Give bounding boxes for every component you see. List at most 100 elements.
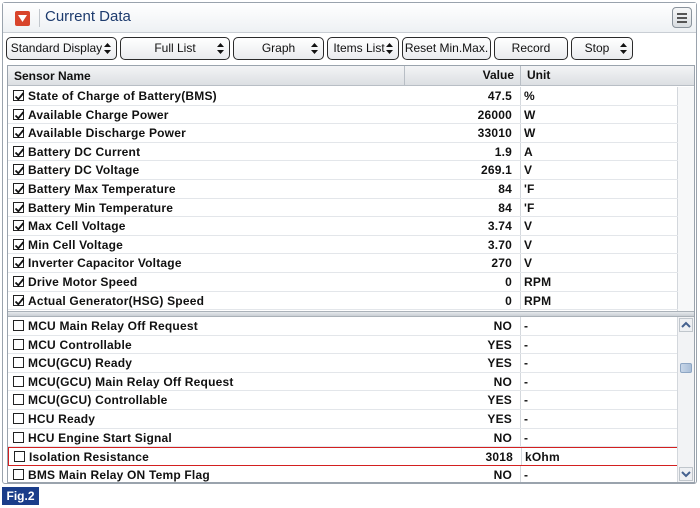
sensor-name: BMS Main Relay ON Temp Flag — [28, 467, 210, 482]
standard-display-dropdown[interactable]: Standard Display — [6, 37, 117, 60]
column-divider — [520, 235, 521, 254]
sensor-value: 47.5 — [487, 89, 512, 103]
table-row[interactable]: MCU(GCU) Controllable YES - — [8, 391, 678, 410]
sensor-value: 269.1 — [480, 163, 512, 178]
table-row[interactable]: Max Cell Voltage 3.74 V — [8, 217, 678, 236]
checkbox-unchecked-icon[interactable] — [13, 338, 24, 350]
column-divider — [520, 291, 521, 310]
scroll-up-icon[interactable] — [679, 318, 693, 332]
updown-arrow-icon — [311, 43, 318, 54]
header-sensor-name[interactable]: Sensor Name — [14, 69, 91, 83]
column-divider — [520, 410, 521, 428]
table-row[interactable]: Drive Motor Speed 0 RPM — [8, 273, 678, 292]
updown-arrow-icon — [217, 43, 224, 54]
sensor-unit: - — [524, 467, 529, 482]
sensor-unit: - — [524, 374, 529, 389]
checkbox-unchecked-icon[interactable] — [13, 413, 24, 424]
sensor-unit: V — [524, 163, 533, 178]
sensor-value: 0 — [505, 293, 512, 308]
table-row[interactable]: Battery DC Current 1.9 A — [8, 142, 678, 162]
sensor-unit: 'F — [524, 182, 535, 196]
checkbox-checked-icon[interactable] — [13, 183, 25, 194]
title-divider — [39, 9, 40, 27]
stop-dropdown[interactable]: Stop — [571, 37, 633, 60]
record-button[interactable]: Record — [494, 37, 568, 60]
updown-arrow-icon — [386, 43, 393, 54]
checkbox-checked-icon[interactable] — [13, 90, 25, 101]
checkbox-checked-icon[interactable] — [13, 294, 25, 306]
full-list-label: Full List — [154, 41, 196, 55]
checkbox-checked-icon[interactable] — [13, 127, 25, 139]
checkbox-checked-icon[interactable] — [13, 201, 25, 213]
sensor-unit: W — [524, 126, 536, 141]
checkbox-unchecked-icon[interactable] — [14, 451, 25, 463]
full-list-dropdown[interactable]: Full List — [120, 37, 230, 60]
titlebar: Current Data — [3, 3, 696, 33]
column-divider — [520, 198, 521, 217]
checkbox-checked-icon[interactable] — [13, 238, 25, 250]
table-row[interactable]: Available Discharge Power 33010 W — [8, 124, 678, 143]
sensor-name: Battery DC Voltage — [28, 163, 140, 178]
sensor-name: Drive Motor Speed — [28, 275, 138, 289]
updown-arrow-icon — [104, 43, 111, 54]
table-row[interactable]: MCU(GCU) Ready YES - — [8, 354, 678, 373]
table-row[interactable]: Isolation Resistance 3018 kOhm — [8, 447, 678, 466]
checkbox-unchecked-icon[interactable] — [13, 320, 24, 331]
items-list-label: Items List — [333, 41, 385, 55]
column-divider — [520, 87, 521, 105]
standard-display-label: Standard Display — [10, 41, 103, 55]
sensor-unit: - — [524, 337, 529, 352]
table-row[interactable]: Battery Max Temperature 84 'F — [8, 180, 678, 199]
checkbox-unchecked-icon[interactable] — [13, 357, 24, 369]
sensor-name: MCU Controllable — [28, 337, 132, 352]
table-row[interactable]: Available Charge Power 26000 W — [8, 105, 678, 125]
checkbox-checked-icon[interactable] — [13, 220, 25, 232]
table-row[interactable]: State of Charge of Battery(BMS) 47.5% — [8, 87, 678, 106]
checkbox-checked-icon[interactable] — [13, 108, 25, 120]
sensor-name: State of Charge of Battery(BMS) — [28, 89, 217, 103]
scroll-thumb[interactable] — [680, 363, 692, 373]
checkbox-unchecked-icon[interactable] — [13, 394, 24, 406]
sensor-name: Available Discharge Power — [28, 126, 186, 141]
header-unit[interactable]: Unit — [520, 66, 550, 86]
column-divider — [520, 180, 521, 198]
menu-icon[interactable] — [672, 7, 692, 28]
graph-dropdown[interactable]: Graph — [233, 37, 324, 60]
vertical-scrollbar[interactable] — [677, 317, 694, 482]
items-list-dropdown[interactable]: Items List — [327, 37, 399, 60]
table-row[interactable]: HCU Engine Start Signal NO - — [8, 428, 678, 448]
checkbox-checked-icon[interactable] — [13, 145, 25, 157]
table-row[interactable]: MCU Controllable YES - — [8, 335, 678, 355]
checkbox-unchecked-icon[interactable] — [13, 468, 24, 480]
checkbox-checked-icon[interactable] — [13, 276, 25, 287]
table-row[interactable]: Battery Min Temperature 84 'F — [8, 198, 678, 218]
table-row[interactable]: Battery DC Voltage 269.1 V — [8, 161, 678, 180]
grid-header: Sensor Name Value Unit — [8, 66, 694, 86]
checkbox-unchecked-icon[interactable] — [13, 431, 24, 443]
sensor-data-grid: Sensor Name Value Unit State of Charge o… — [7, 65, 695, 483]
sensor-name: MCU Main Relay Off Request — [28, 319, 198, 333]
table-row[interactable]: Actual Generator(HSG) Speed 0 RPM — [8, 291, 678, 311]
sensor-unit: - — [524, 430, 529, 445]
checkbox-checked-icon[interactable] — [13, 257, 25, 269]
reset-min-max-button[interactable]: Reset Min.Max. — [402, 37, 491, 60]
scroll-down-icon[interactable] — [679, 467, 693, 481]
sensor-unit: - — [524, 412, 529, 426]
checkbox-unchecked-icon[interactable] — [13, 375, 24, 387]
column-divider — [520, 428, 521, 447]
header-value[interactable]: Value — [404, 66, 520, 86]
fixed-rows-rail — [677, 87, 694, 311]
column-divider — [520, 124, 521, 142]
sensor-value: 0 — [505, 275, 512, 289]
sensor-name: Battery Min Temperature — [28, 200, 174, 215]
collapse-arrow-icon[interactable] — [15, 11, 30, 26]
checkbox-checked-icon[interactable] — [13, 164, 25, 176]
table-row[interactable]: BMS Main Relay ON Temp Flag NO - — [8, 465, 678, 482]
toolbar: Standard Display Full List Graph Items L… — [3, 34, 696, 64]
table-row[interactable]: Min Cell Voltage 3.70 V — [8, 235, 678, 255]
table-row[interactable]: HCU Ready YES - — [8, 410, 678, 429]
table-row[interactable]: MCU Main Relay Off Request NO - — [8, 317, 678, 336]
stop-label: Stop — [584, 41, 610, 55]
table-row[interactable]: Inverter Capacitor Voltage 270 V — [8, 254, 678, 273]
table-row[interactable]: MCU(GCU) Main Relay Off Request NO - — [8, 372, 678, 392]
